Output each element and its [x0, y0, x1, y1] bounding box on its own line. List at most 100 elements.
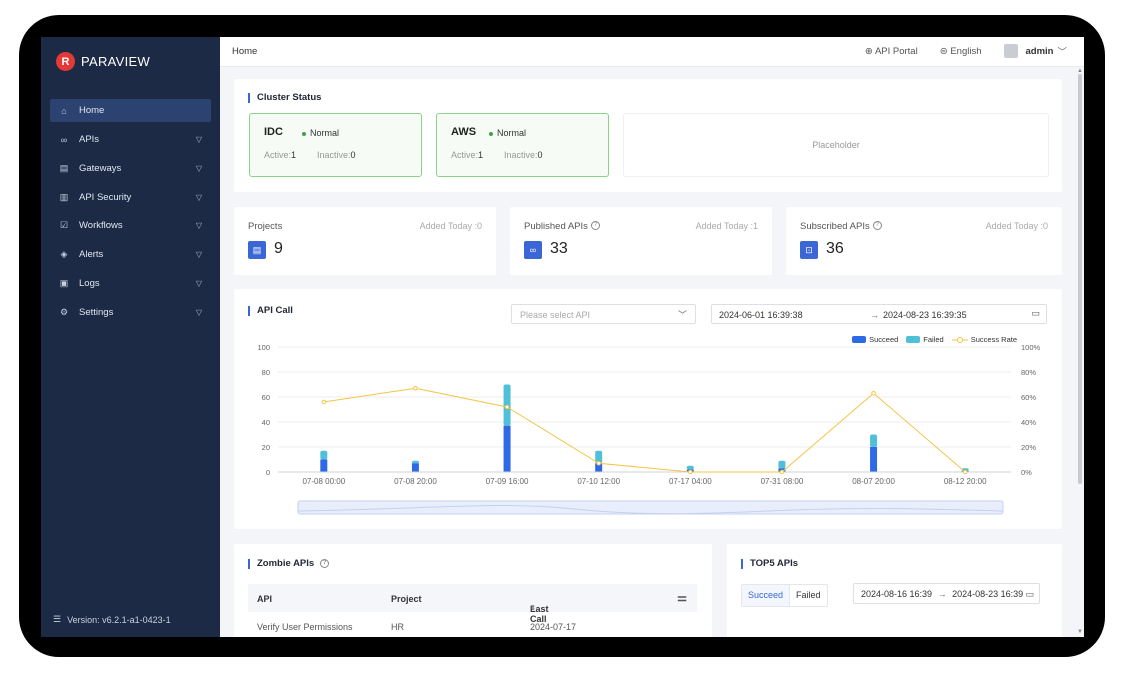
sidebar-item-alerts[interactable]: ◈ Alerts ▽ [50, 243, 211, 266]
bar-failed [595, 450, 603, 464]
api-portal-link[interactable]: ⊕ API Portal [865, 46, 918, 57]
chevron-down-icon: ▽ [195, 193, 202, 202]
help-icon[interactable]: ? [320, 559, 330, 568]
x-tick-label: 08-07 20:00 [852, 477, 895, 486]
cluster-inactive: Inactive:0 [317, 150, 356, 160]
tab-succeed[interactable]: Succeed [742, 585, 791, 606]
tab-failed[interactable]: Failed [790, 585, 827, 606]
column-header-project: Project [391, 594, 422, 604]
brand-logo[interactable]: R PARAVIEW [56, 52, 150, 71]
column-settings-icon[interactable]: ⚌ [677, 591, 687, 604]
status-dot-icon [302, 131, 306, 136]
cell-last-call: 2024-07-17 [530, 622, 577, 632]
stat-label: Published APIs? [524, 221, 600, 232]
zoom-slider [297, 500, 1004, 515]
chevron-down-icon: ﹀ [677, 310, 687, 320]
y-tick-label: 80 [262, 368, 270, 377]
sidebar-item-settings[interactable]: ⚙ Settings ▽ [50, 301, 211, 324]
cluster-status-card: Cluster Status IDC Normal Active:1 Inact… [234, 79, 1062, 192]
success-rate-point [962, 469, 968, 475]
stat-added-today: Added Today :0 [419, 221, 482, 231]
scrollbar[interactable] [1078, 74, 1082, 484]
sidebar-item-apis[interactable]: ∞ APIs ▽ [50, 128, 211, 151]
bar-succeed [961, 470, 969, 472]
sidebar-item-workflows[interactable]: ☑ Workflows ▽ [50, 214, 211, 237]
x-tick-label: 07-09 16:00 [486, 477, 529, 486]
sidebar-item-logs[interactable]: ▣ Logs ▽ [50, 272, 211, 295]
success-rate-point [504, 404, 510, 410]
stat-added-today: Added Today :0 [985, 221, 1048, 231]
section-title: Cluster Status [248, 93, 321, 103]
legend-swatch [906, 336, 921, 343]
cluster-name: AWS [451, 126, 477, 138]
stat-card-subscribed-apis[interactable]: Subscribed APIs? Added Today :0 ⊡ 36 [786, 207, 1062, 275]
api-select-placeholder: Please select API [520, 310, 591, 320]
section-title: API Call [248, 306, 293, 316]
stat-label: Subscribed APIs? [800, 221, 882, 232]
cluster-active: Active:1 [451, 150, 484, 160]
api-call-date-range[interactable]: 2024-06-01 16:39:38 → 2024-08-23 16:39:3… [711, 304, 1047, 324]
security-icon: ▥ [59, 192, 69, 202]
cluster-status: Normal [489, 128, 526, 138]
sidebar: R PARAVIEW ⌂ Home ∞ APIs ▽ ▤ Gateways ▽ … [41, 37, 220, 637]
language-label: English [950, 45, 982, 57]
topbar-actions: ⊕ API Portal ⊜ English admin ﹀ [865, 44, 1067, 58]
bar-failed [870, 434, 878, 447]
language-icon: ⊜ [939, 45, 948, 57]
help-icon[interactable]: ? [872, 221, 882, 230]
bookmark-icon: ⊡ [800, 241, 818, 259]
chevron-down-icon: ▽ [195, 164, 202, 173]
help-icon[interactable]: ? [590, 221, 600, 230]
success-rate-point [413, 385, 418, 391]
cluster-name: IDC [264, 126, 283, 138]
brand-name: PARAVIEW [81, 54, 151, 69]
column-header-api: API [257, 594, 273, 604]
app-screen: R PARAVIEW ⌂ Home ∞ APIs ▽ ▤ Gateways ▽ … [41, 37, 1084, 637]
sidebar-item-label: API Security [79, 192, 132, 203]
y2-tick-label: 60% [1021, 393, 1036, 402]
chevron-down-icon: ▽ [195, 135, 202, 144]
bar-failed [686, 465, 694, 470]
x-tick-label: 07-31 08:00 [761, 477, 804, 486]
menu-collapse-icon[interactable]: ☰ [53, 614, 61, 625]
legend-success-rate[interactable]: Success Rate [951, 335, 1017, 344]
y2-tick-label: 80% [1021, 368, 1036, 377]
cluster-aws[interactable]: AWS Normal Active:1 Inactive:0 [436, 113, 609, 177]
stat-card-projects[interactable]: Projects Added Today :0 ▤ 9 [234, 207, 496, 275]
stat-label: Projects [248, 221, 283, 232]
user-menu[interactable]: admin ﹀ [1003, 44, 1067, 58]
sidebar-item-api-security[interactable]: ▥ API Security ▽ [50, 186, 211, 209]
y2-tick-label: 100% [1021, 343, 1041, 352]
sidebar-item-gateways[interactable]: ▤ Gateways ▽ [50, 157, 211, 180]
sidebar-item-label: Gateways [79, 163, 122, 174]
avatar [1003, 44, 1018, 58]
chevron-down-icon: ▽ [195, 250, 202, 259]
date-start: 2024-06-01 16:39:38 [719, 310, 803, 320]
chevron-down-icon: ﹀ [1057, 47, 1067, 58]
cluster-idc[interactable]: IDC Normal Active:1 Inactive:0 [249, 113, 422, 177]
sidebar-item-home[interactable]: ⌂ Home [50, 99, 211, 122]
chevron-down-icon: ▽ [195, 308, 202, 317]
api-select[interactable]: Please select API ﹀ [511, 304, 696, 324]
cell-project: HR [391, 622, 404, 632]
legend-succeed[interactable]: Succeed [852, 335, 898, 344]
link-icon: ∞ [524, 241, 542, 259]
bar-failed [961, 468, 969, 471]
top5-date-range[interactable]: 2024-08-16 16:39 → 2024-08-23 16:39 ▭ [853, 583, 1040, 604]
calendar-icon: ▭ [1031, 308, 1040, 318]
version-info: ☰ Version: v6.2.1-a1-0423-1 [53, 614, 171, 625]
legend-failed[interactable]: Failed [906, 335, 944, 344]
y2-tick-label: 20% [1021, 443, 1036, 452]
language-switch[interactable]: ⊜ English [940, 46, 982, 57]
stat-card-published-apis[interactable]: Published APIs? Added Today :1 ∞ 33 [510, 207, 772, 275]
breadcrumb[interactable]: Home [232, 46, 257, 57]
scroll-down-icon[interactable]: ▼ [1077, 629, 1083, 635]
workflow-icon: ☑ [59, 220, 69, 230]
sidebar-item-label: APIs [79, 134, 100, 145]
section-title: Zombie APIs? [248, 559, 330, 569]
y-tick-label: 60 [262, 393, 270, 402]
bar-failed [503, 384, 511, 426]
zombie-apis-card: Zombie APIs? API Project Last Call ⇕ ⚌ V… [234, 544, 712, 637]
bar-succeed [686, 469, 694, 472]
x-tick-label: 07-08 20:00 [394, 477, 437, 486]
